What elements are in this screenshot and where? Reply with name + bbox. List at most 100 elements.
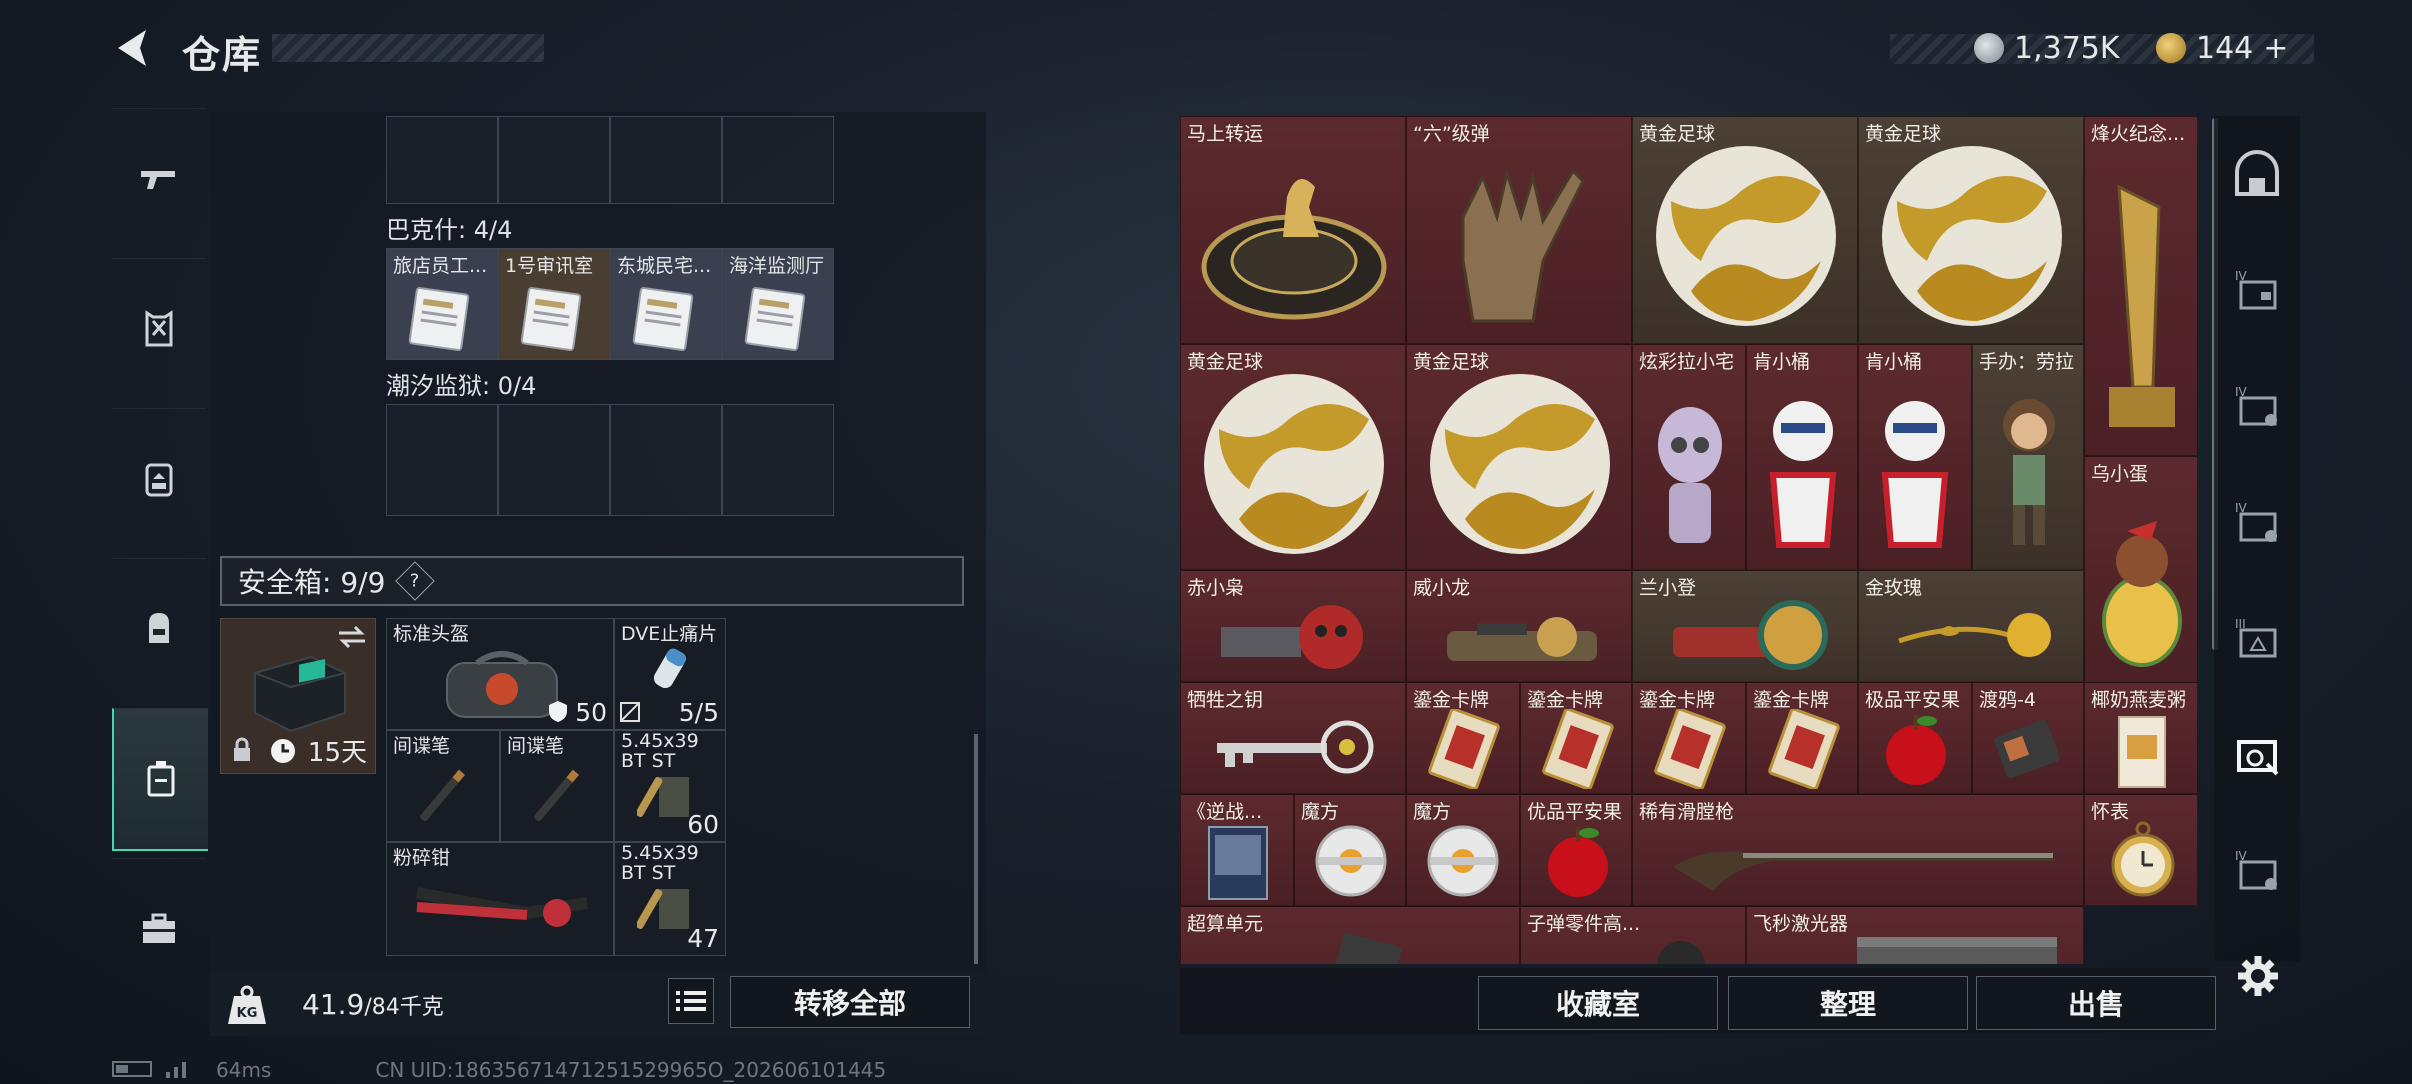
armor-tab[interactable] xyxy=(112,258,206,399)
list-view-button[interactable] xyxy=(668,978,714,1024)
keycard-slot[interactable]: 海洋监测厅 xyxy=(722,248,834,360)
collection-item[interactable]: 黄金足球 xyxy=(1632,116,1858,344)
storage-box-icon: III xyxy=(2235,617,2277,658)
collection-item[interactable]: 怀表 xyxy=(2084,794,2198,906)
empty-slot[interactable] xyxy=(610,116,722,204)
storage-box-icon: IV xyxy=(2235,269,2277,310)
collection-item[interactable]: 优品平安果 xyxy=(1520,794,1632,906)
collection-item[interactable]: 肯小桶 xyxy=(1746,344,1858,570)
safe-item-crusher-pliers[interactable]: 粉碎钳 xyxy=(386,842,614,956)
sell-button[interactable]: 出售 xyxy=(1976,976,2216,1030)
storage-tab-4[interactable]: IV xyxy=(2214,464,2300,580)
collection-item[interactable]: 黄金足球 xyxy=(1180,344,1406,570)
keycard-slot[interactable]: 旅店员工... xyxy=(386,248,498,360)
back-arrow-icon[interactable] xyxy=(112,26,156,70)
pen-icon xyxy=(420,769,465,822)
storage-tab-1[interactable] xyxy=(2214,116,2300,232)
safe-item-spy-pen[interactable]: 间谍笔 xyxy=(386,730,500,842)
empty-slot[interactable] xyxy=(610,404,722,516)
golden-football-icon xyxy=(1656,146,1836,326)
collection-item[interactable]: 黄金足球 xyxy=(1858,116,2084,344)
collection-item[interactable]: 《逆战... xyxy=(1180,794,1294,906)
swap-icon[interactable] xyxy=(337,625,367,649)
safe-item-helmet[interactable]: 标准头盔 50 xyxy=(386,618,614,730)
parts-icon xyxy=(1657,941,1705,964)
collection-item[interactable]: 鎏金卡牌 xyxy=(1746,682,1858,794)
safe-item-spy-pen[interactable]: 间谍笔 xyxy=(500,730,614,842)
collection-item[interactable]: 鎏金卡牌 xyxy=(1632,682,1746,794)
empty-slot[interactable] xyxy=(722,116,834,204)
ping-value: 64ms xyxy=(216,1058,272,1082)
toolbox-tab[interactable] xyxy=(112,858,206,999)
collection-item[interactable]: 飞秒激光器 xyxy=(1746,906,2084,964)
transfer-all-button[interactable]: 转移全部 xyxy=(730,976,970,1028)
sort-button[interactable]: 整理 xyxy=(1728,976,1968,1030)
empty-slot[interactable] xyxy=(722,404,834,516)
page-title: 仓库 xyxy=(182,33,263,77)
collection-item[interactable]: 黄金足球 xyxy=(1406,344,1632,570)
keycard-slot[interactable]: 东城民宅... xyxy=(610,248,722,360)
collection-item[interactable]: 马上转运 xyxy=(1180,116,1406,344)
collection-item[interactable]: 极品平安果 xyxy=(1858,682,1972,794)
left-scrollbar[interactable] xyxy=(974,734,978,964)
empty-slot[interactable] xyxy=(386,404,498,516)
collection-room-button[interactable]: 收藏室 xyxy=(1478,976,1718,1030)
keycard-slot[interactable]: 1号审讯室 xyxy=(498,248,610,360)
safe-item-ammo[interactable]: 5.45x39 BT ST 47 xyxy=(614,842,726,956)
shield-icon xyxy=(549,701,567,722)
gun-icon xyxy=(141,171,175,189)
collection-item[interactable]: 魔方 xyxy=(1294,794,1406,906)
hand-sculpture-icon xyxy=(1461,167,1585,323)
golden-football-icon xyxy=(1882,146,2062,326)
lock-icon xyxy=(234,737,250,761)
collection-item[interactable]: 肯小桶 xyxy=(1858,344,1972,570)
mech-figure-icon xyxy=(1673,600,1828,670)
safe-box-days: 15天 xyxy=(307,738,367,768)
collection-item[interactable]: 魔方 xyxy=(1406,794,1520,906)
svg-text:IV: IV xyxy=(2235,269,2248,283)
help-icon[interactable]: ? xyxy=(395,561,436,601)
safe-item-painkiller[interactable]: DVE止痛片 5/5 xyxy=(614,618,726,730)
collection-item[interactable]: 手办：劳拉 xyxy=(1972,344,2084,570)
storage-tab-2[interactable]: IV xyxy=(2214,232,2300,348)
weapon-tab[interactable] xyxy=(112,108,206,249)
collection-item[interactable]: 威小龙 xyxy=(1406,570,1632,682)
collection-item[interactable]: 烽火纪念... xyxy=(2084,116,2198,456)
collection-item[interactable]: 椰奶燕麦粥 xyxy=(2084,682,2198,794)
collection-item[interactable]: 渡鸦-4 xyxy=(1972,682,2084,794)
storage-tab-3[interactable]: IV xyxy=(2214,348,2300,464)
gold-coin-icon xyxy=(2156,33,2186,63)
collection-item[interactable]: 超算单元 xyxy=(1180,906,1520,964)
empty-slot[interactable] xyxy=(498,404,610,516)
safe-item-ammo[interactable]: 5.45x39 BT ST 60 xyxy=(614,730,726,842)
storage-tab-6-active[interactable] xyxy=(2214,696,2300,812)
storage-tab-5[interactable]: III xyxy=(2214,580,2300,696)
container-tab[interactable] xyxy=(112,708,208,851)
storage-tab-7[interactable]: IV xyxy=(2214,812,2300,928)
collection-item[interactable]: “六”级弹 xyxy=(1406,116,1632,344)
collection-item[interactable]: 鎏金卡牌 xyxy=(1406,682,1520,794)
collection-item[interactable]: 金玫瑰 xyxy=(1858,570,2084,682)
collection-item[interactable]: 稀有滑膛枪 xyxy=(1632,794,2084,906)
collection-item[interactable]: 鎏金卡牌 xyxy=(1520,682,1632,794)
bag-tab[interactable] xyxy=(112,558,206,699)
pill-icon xyxy=(653,648,687,689)
keycard-icon xyxy=(408,287,470,351)
currency-gold-value: 144 xyxy=(2196,30,2254,66)
collection-item[interactable]: 子弹零件高... xyxy=(1520,906,1746,964)
backpack-tab[interactable] xyxy=(112,408,206,549)
svg-text:IV: IV xyxy=(2235,385,2248,399)
empty-slot[interactable] xyxy=(498,116,610,204)
collection-item[interactable]: 炫彩拉小宅 xyxy=(1632,344,1746,570)
collection-item[interactable]: 牺牲之钥 xyxy=(1180,682,1406,794)
list-icon xyxy=(676,991,706,1011)
empty-slot[interactable] xyxy=(386,116,498,204)
currency-gold[interactable]: 144 + xyxy=(2156,28,2288,68)
collection-item[interactable]: 赤小枭 xyxy=(1180,570,1406,682)
collection-item[interactable]: 乌小蛋 xyxy=(2084,456,2198,684)
safe-box-container[interactable]: 15天 xyxy=(220,618,376,774)
keycard-grid-top xyxy=(386,116,834,204)
collection-item[interactable]: 兰小登 xyxy=(1632,570,1858,682)
settings-gear-icon[interactable] xyxy=(2234,952,2282,1000)
add-currency-button[interactable]: + xyxy=(2263,31,2288,66)
